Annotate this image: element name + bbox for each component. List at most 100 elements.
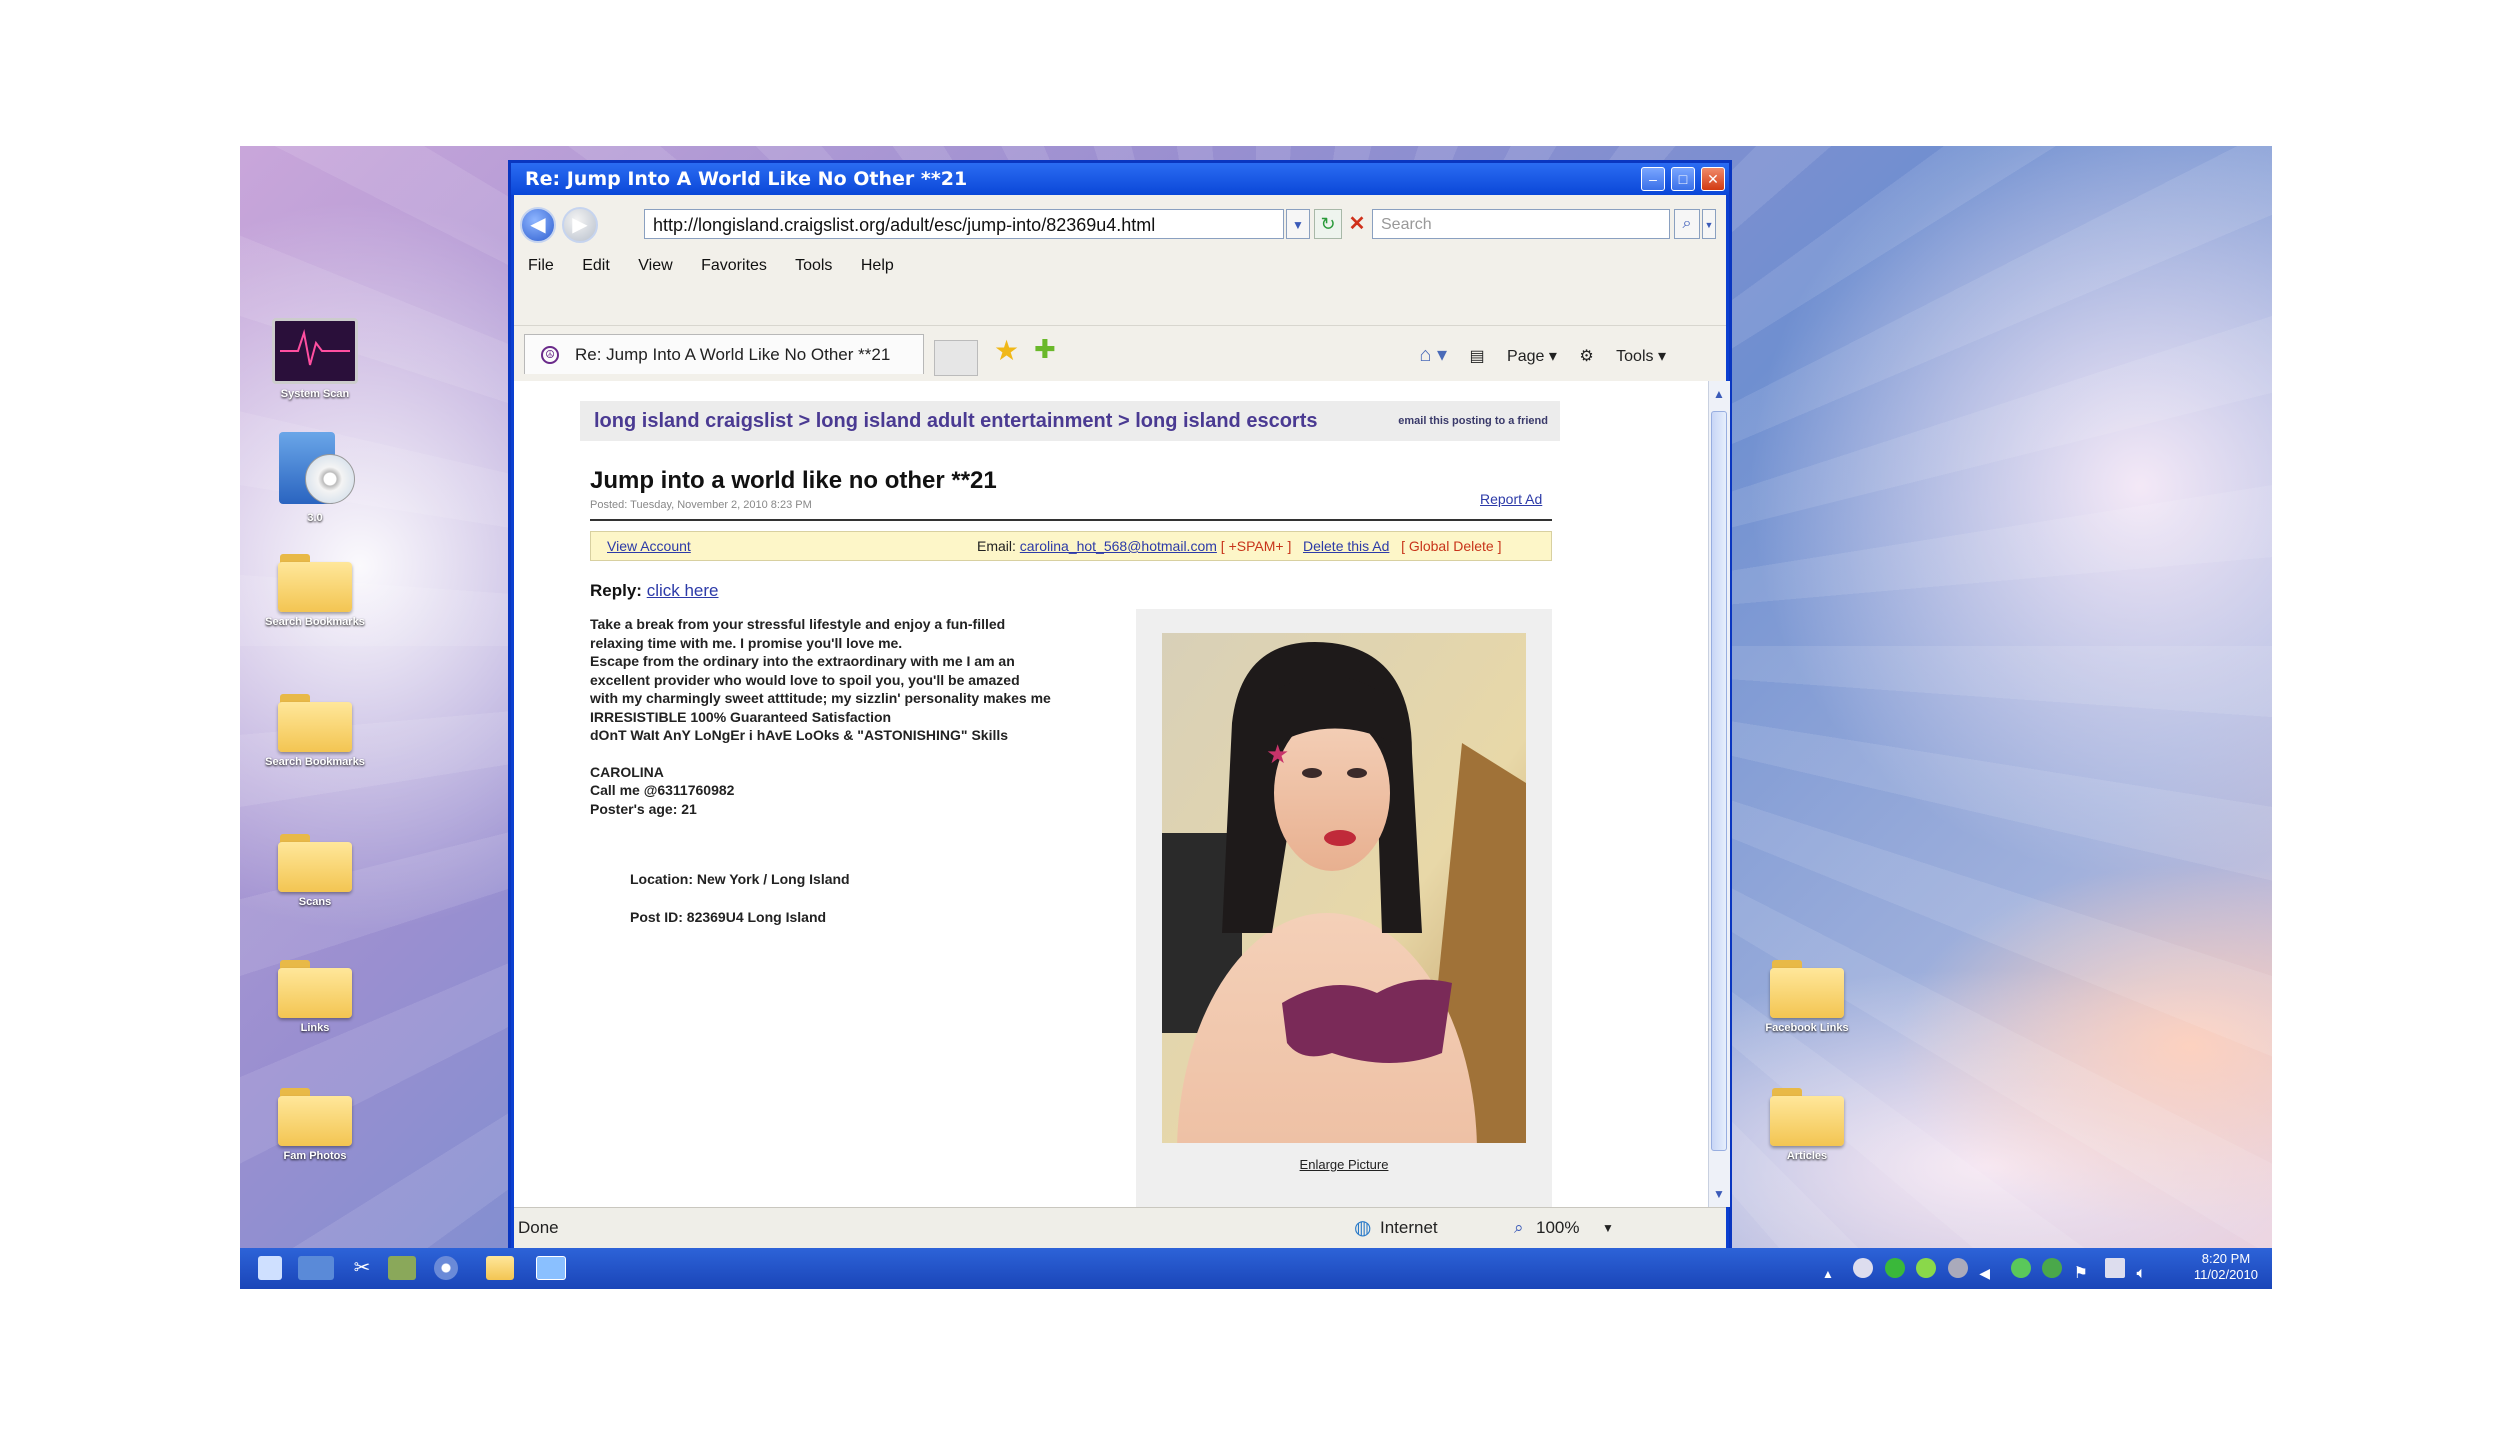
breadcrumb: long island craigslist > long island adu… — [580, 401, 1560, 441]
search-input[interactable]: Search — [1372, 209, 1670, 239]
volume-icon[interactable]: 🔈︎ — [2137, 1265, 2157, 1285]
posting-photo[interactable]: ★ — [1162, 633, 1526, 1143]
desktop-icon-scans[interactable]: Scans — [260, 834, 370, 908]
body-line: relaxing time with me. I promise you'll … — [590, 634, 903, 651]
tab-active[interactable]: ☮ Re: Jump Into A World Like No Other **… — [524, 334, 924, 374]
desktop-icon-search-bookmarks-2[interactable]: Search Bookmarks — [260, 694, 370, 768]
browser-window: Re: Jump Into A World Like No Other **21… — [508, 160, 1732, 1254]
vertical-scrollbar[interactable]: ▲ ▼ — [1708, 381, 1730, 1207]
address-bar[interactable]: http://longisland.craigslist.org/adult/e… — [644, 209, 1284, 239]
account-bar: View Account Email: carolina_hot_568@hot… — [590, 531, 1552, 561]
scroll-up-icon[interactable]: ▲ — [1711, 385, 1727, 403]
svg-text:★: ★ — [1266, 739, 1289, 769]
window-title: Re: Jump Into A World Like No Other **21 — [525, 168, 968, 190]
breadcrumb-links[interactable]: long island craigslist > long island adu… — [594, 410, 1317, 432]
tray-icon[interactable] — [2042, 1258, 2063, 1278]
minimize-button[interactable]: – — [1641, 167, 1665, 191]
tray-icon[interactable] — [1916, 1258, 1937, 1278]
tab-title: Re: Jump Into A World Like No Other **21 — [575, 345, 891, 364]
home-icon[interactable]: ⌂ ▾ — [1419, 344, 1447, 366]
clock-time: 8:20 PM — [2201, 1251, 2251, 1266]
menu-favorites[interactable]: Favorites — [701, 257, 767, 274]
back-button[interactable]: ◀ — [520, 207, 556, 243]
flag-icon[interactable]: ⚑ — [2074, 1263, 2094, 1283]
add-favorites-icon[interactable]: ✚ — [1034, 334, 1056, 365]
new-tab-button[interactable] — [934, 340, 978, 376]
delete-ad-link[interactable]: Delete this Ad — [1303, 538, 1389, 554]
window-titlebar[interactable]: Re: Jump Into A World Like No Other **21 — [511, 163, 1729, 195]
report-ad-link[interactable]: Report Ad — [1480, 491, 1542, 507]
clock[interactable]: 8:20 PM 11/02/2010 — [2194, 1251, 2258, 1283]
folder-icon — [1770, 1088, 1844, 1146]
zone-text: Internet — [1380, 1218, 1438, 1237]
reply-row: Reply: click here — [590, 581, 719, 601]
desktop-icon-search-bookmarks-1[interactable]: Search Bookmarks — [260, 554, 370, 628]
body-line: Escape from the ordinary into the extrao… — [590, 653, 1015, 669]
refresh-icon[interactable]: ↻ — [1314, 209, 1342, 239]
zoom-dropdown-icon[interactable]: ▼ — [1602, 1208, 1614, 1248]
menu-tools[interactable]: Tools — [795, 257, 832, 274]
network-icon[interactable] — [2105, 1258, 2126, 1278]
tray-icon[interactable] — [1884, 1258, 1905, 1278]
email-link[interactable]: carolina_hot_568@hotmail.com — [1020, 538, 1217, 554]
global-delete-link[interactable]: [ Global Delete ] — [1401, 538, 1501, 554]
page-menu[interactable]: ▤ Page ▾ — [1469, 348, 1556, 365]
tray-icon[interactable] — [1853, 1258, 1874, 1278]
desktop-icon-label: Articles — [1786, 1150, 1828, 1162]
desktop-icon-label: Facebook Links — [1765, 1022, 1849, 1034]
enlarge-picture-link[interactable]: Enlarge Picture — [1136, 1157, 1552, 1172]
desktop-icon-facebook-links[interactable]: Facebook Links — [1752, 960, 1862, 1034]
email-friend-link[interactable]: email this posting to a friend — [1398, 401, 1548, 441]
browser-icon[interactable] — [434, 1256, 458, 1280]
view-account-link[interactable]: View Account — [607, 532, 691, 560]
search-options-button[interactable]: ▼ — [1702, 209, 1716, 239]
divider — [590, 519, 1552, 521]
start-icon[interactable] — [258, 1256, 282, 1280]
address-dropdown-button[interactable]: ▼ — [1286, 209, 1310, 239]
reply-link[interactable]: click here — [647, 581, 719, 600]
desktop-icon-system-scan[interactable]: System Scan — [260, 318, 370, 400]
desktop-icon-links[interactable]: Links — [260, 960, 370, 1034]
menu-edit[interactable]: Edit — [582, 257, 610, 274]
status-text: Done — [518, 1218, 559, 1237]
spam-link[interactable]: [ +SPAM+ ] — [1221, 538, 1292, 554]
menu-help[interactable]: Help — [861, 257, 894, 274]
zoom-icon[interactable]: ⌕ — [1514, 1208, 1524, 1248]
status-bar: Done ◍ Internet ⌕ 100% ▼ — [514, 1207, 1726, 1248]
tray-icon[interactable] — [2010, 1258, 2031, 1278]
tray-expand-icon[interactable]: ▲ — [1822, 1267, 1842, 1287]
computer-icon[interactable] — [298, 1256, 334, 1280]
browser-chrome: ◀ ▶ http://longisland.craigslist.org/adu… — [514, 195, 1726, 381]
scroll-thumb[interactable] — [1711, 411, 1727, 1151]
desktop-icon-articles[interactable]: Articles — [1752, 1088, 1862, 1162]
tray-icon[interactable] — [1947, 1258, 1968, 1278]
tools-menu[interactable]: ⚙ Tools ▾ — [1579, 348, 1666, 365]
desktop-icon-label: Scans — [298, 896, 332, 908]
folder-taskbar-icon[interactable] — [486, 1256, 514, 1280]
body-line: IRRESISTIBLE 100% Guaranteed Satisfactio… — [590, 708, 892, 725]
folder-icon — [278, 694, 352, 752]
desktop-icon-label: 3.0 — [307, 512, 323, 524]
media-icon[interactable] — [388, 1256, 416, 1280]
maximize-button[interactable]: □ — [1671, 167, 1695, 191]
window-taskbar-icon[interactable] — [536, 1256, 566, 1280]
desktop-icon-disc[interactable]: 3.0 — [260, 432, 370, 524]
desktop-icon-label: Links — [300, 1022, 330, 1034]
desktop-icon-label: Fam Photos — [283, 1150, 347, 1162]
tray-arrow-icon[interactable]: ◀ — [1979, 1265, 1999, 1285]
scroll-down-icon[interactable]: ▼ — [1711, 1185, 1727, 1203]
forward-button[interactable]: ▶ — [562, 207, 598, 243]
zoom-level[interactable]: 100% — [1536, 1208, 1579, 1248]
folder-icon — [1770, 960, 1844, 1018]
favorites-star-icon[interactable]: ★ — [994, 334, 1019, 367]
menu-file[interactable]: File — [528, 257, 554, 274]
desktop-icon-fam-photos[interactable]: Fam Photos — [260, 1088, 370, 1162]
menu-view[interactable]: View — [638, 257, 672, 274]
search-placeholder: Search — [1381, 216, 1432, 233]
tools-icon[interactable]: ✂ — [350, 1256, 374, 1280]
system-tray: ▲ ◀ ⚑ 🔈︎ — [1822, 1258, 2164, 1287]
stop-icon[interactable]: ✕ — [1344, 209, 1370, 239]
address-text: http://longisland.craigslist.org/adult/e… — [653, 215, 1156, 235]
close-button[interactable]: ✕ — [1701, 167, 1725, 191]
search-icon[interactable]: ⌕ — [1674, 209, 1700, 239]
